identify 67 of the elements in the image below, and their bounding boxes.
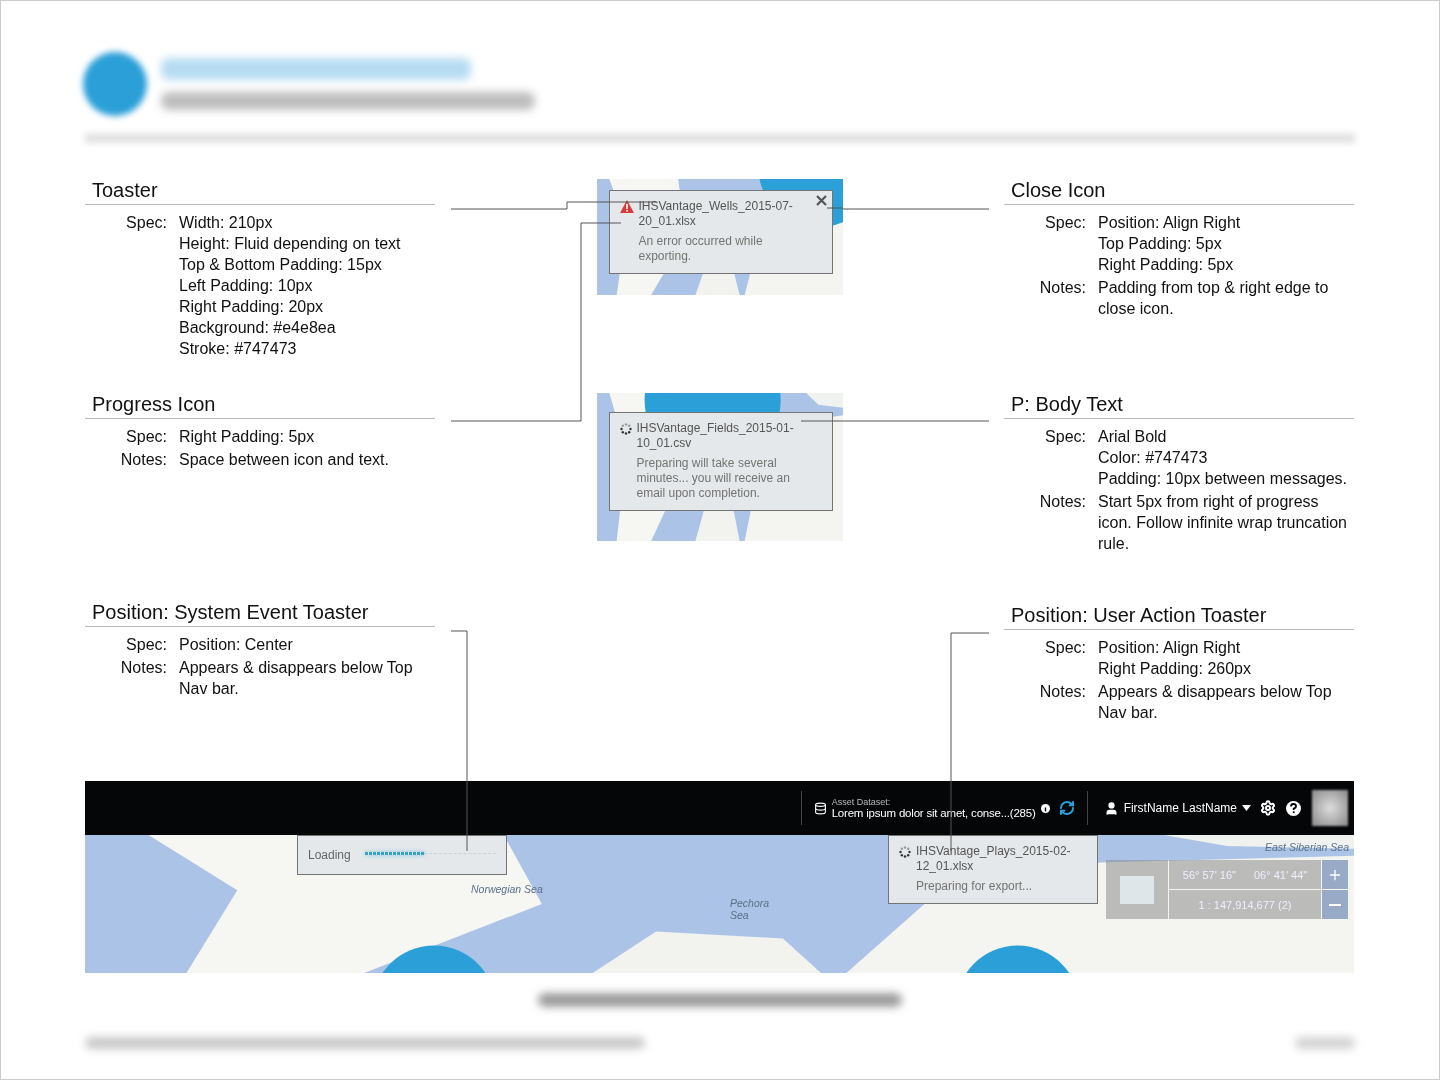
user-menu[interactable]: FirstName LastName [1099, 800, 1255, 816]
row-label: Notes: [119, 658, 167, 678]
map-label: Norwegian Sea [471, 883, 543, 895]
section-title: Toaster [85, 179, 435, 205]
row-label: Spec: [125, 427, 167, 447]
map-label: East Siberian Sea [1265, 841, 1350, 853]
close-button[interactable] [814, 194, 828, 207]
spinner-icon [619, 423, 632, 435]
spec-text: Right Padding: 260px [1098, 659, 1252, 679]
loading-text: Loading [308, 848, 351, 862]
toaster-message: An error occurred while exporting. [638, 234, 764, 264]
database-icon [813, 801, 827, 815]
toaster-message: Preparing will take several minutes... you will receive an email upon completion. [636, 456, 791, 501]
file-name: IHSVantage_Wells_2015-07-20_01.xlsx [638, 199, 794, 229]
spec-text: Right Padding: 20px [179, 297, 325, 317]
row-label: Notes: [119, 450, 167, 470]
row-label: Spec: [1044, 427, 1086, 447]
toaster-message: Preparing for export... [916, 879, 1034, 894]
asset-dataset-value: Lorem ipsum dolor sit amet, conse...(285) [831, 807, 1036, 819]
spec-text: Position: Align Right [1098, 213, 1242, 233]
spec-text: Top Padding: 5px [1098, 234, 1223, 254]
spec-text: Right Padding: 5px [179, 427, 316, 447]
logo-icon [83, 52, 147, 116]
spec-text: Space between icon and text. [179, 450, 390, 470]
blurred-page-number-drawing [1295, 1037, 1355, 1049]
row-label: Notes: [1038, 682, 1086, 702]
spec-text: Arial Bold [1098, 427, 1168, 447]
spec-text: Color: #747473 [1098, 448, 1209, 468]
section-title: P: Body Text [1004, 393, 1354, 419]
longitude-text: 06° 41' 44" [1254, 868, 1308, 881]
latitude-text: 56° 57' 16" [1182, 868, 1236, 881]
row-label: Notes: [1038, 278, 1086, 298]
row-label: Spec: [125, 213, 167, 233]
file-name: IHSVantage_Plays_2015-02-12_01.xlsx [916, 844, 1072, 874]
section-title: Position: User Action Toaster [1004, 604, 1354, 630]
map-label: Pechora Sea [730, 897, 771, 921]
spec-text: Right Padding: 5px [1098, 255, 1235, 275]
info-icon [1040, 803, 1050, 813]
spec-text: Width: 210px [179, 213, 274, 233]
file-name: IHSVantage_Fields_2015-01-10_01.csv [636, 421, 795, 451]
spec-text: Top & Bottom Padding: 15px [179, 255, 383, 275]
spec-text: Height: Fluid depending on text [179, 234, 402, 254]
row-label: Spec: [125, 635, 167, 655]
asset-label: Asset Dataset: [831, 797, 892, 807]
spinner-icon [899, 846, 911, 858]
spec-text: Position: Center [179, 635, 294, 655]
spec-text: Background: #e4e8ea [179, 318, 337, 338]
section-title: Position: System Event Toaster [85, 601, 435, 627]
spec-text: Stroke: #747473 [179, 339, 298, 359]
section-title: Close Icon [1004, 179, 1354, 205]
user-icon [1103, 800, 1119, 816]
spec-text: Padding: 10px between messages. [1098, 469, 1349, 489]
spec-text: Appears & disappears below Top Nav bar. [179, 658, 414, 699]
row-label: Spec: [1044, 213, 1086, 233]
row-label: Spec: [1044, 638, 1086, 658]
spec-text: Appears & disappears below Top Nav bar. [1098, 682, 1333, 723]
row-label: Notes: [1038, 492, 1086, 512]
warning-icon [619, 200, 634, 213]
spec-text: Left Padding: 10px [179, 276, 314, 296]
caret-icon [1242, 805, 1251, 811]
minus-icon [1329, 903, 1341, 906]
spec-text: Padding from top & right edge to close icon. [1098, 278, 1330, 319]
avatar[interactable] [1312, 790, 1348, 826]
refresh-button[interactable] [1058, 800, 1075, 816]
spec-text: Start 5px from right of progress icon. Follow infinite wrap truncation rule. [1098, 492, 1348, 554]
spec-text: Position: Align Right [1098, 638, 1242, 658]
section-title: Progress Icon [85, 393, 435, 419]
